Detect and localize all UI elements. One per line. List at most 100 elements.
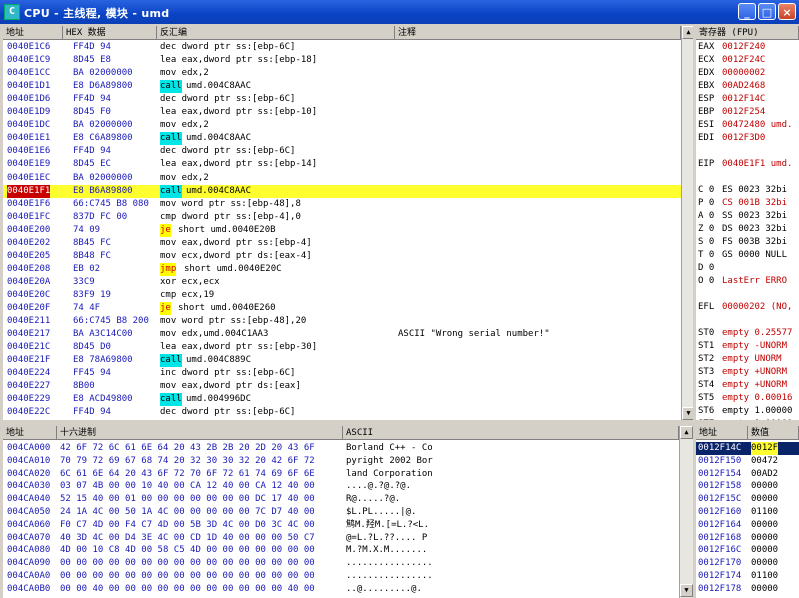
register-row[interactable]: T 0 GS 0000 NULL xyxy=(696,249,799,262)
disasm-row[interactable]: 0040E1DC BA 02000000 mov edx,2 xyxy=(3,119,681,132)
register-row[interactable]: ST1 empty -UNORM xyxy=(696,340,799,353)
register-row[interactable]: EBP 0012F254 xyxy=(696,106,799,119)
disasm-row[interactable]: 0040E1F6 66:C745 B8 080 mov word ptr ss:[e… xyxy=(3,198,681,211)
disasm-row[interactable]: 0040E208 EB 02 jmp short umd.0040E20C xyxy=(3,262,681,276)
dump-row[interactable]: 004CA040 52 15 40 00 01 00 00 00 00 00 00… xyxy=(3,493,679,506)
maximize-button[interactable]: □ xyxy=(758,3,776,20)
dump-row[interactable]: 004CA090 00 00 00 00 00 00 00 00 00 00 00… xyxy=(3,557,679,570)
dump-row[interactable]: 004CA070 40 3D 4C 00 D4 3E 4C 00 CD 1D 40… xyxy=(3,532,679,545)
disasm-row[interactable]: 0040E200 74 09 je short umd.0040E20B xyxy=(3,223,681,237)
disasm-header-address[interactable]: 地址 xyxy=(3,26,63,40)
disasm-row[interactable]: 0040E22C FF4D 94 dec dword ptr ss:[ebp-6C] xyxy=(3,406,681,419)
stack-row[interactable]: 0012F174 01100 xyxy=(696,570,799,583)
register-row[interactable]: ST0 empty 0.25577 xyxy=(696,327,799,340)
disassembly-pane[interactable]: 地址 HEX 数据 反汇编 注释 0040E1C6 FF4D 94 dec dwor… xyxy=(3,26,681,420)
stack-row[interactable]: 0012F15C 00000 xyxy=(696,493,799,506)
stack-header-value[interactable]: 数值 xyxy=(748,426,799,440)
disasm-row[interactable]: 0040E1FC 837D FC 00 cmp dword ptr ss:[ebp-… xyxy=(3,211,681,224)
register-row[interactable]: ST6 empty 1.00000 xyxy=(696,405,799,418)
disasm-row[interactable]: 0040E229 E8 ACD49800 call umd.004996DC xyxy=(3,393,681,407)
register-row[interactable]: O 0 LastErr ERRO xyxy=(696,275,799,288)
stack-row[interactable]: 0012F16C 00000 xyxy=(696,544,799,557)
disasm-row[interactable]: 0040E224 FF45 94 inc dword ptr ss:[ebp-6C] xyxy=(3,367,681,380)
disasm-row[interactable]: 0040E20A 33C9 xor ecx,ecx xyxy=(3,276,681,289)
dump-row[interactable]: 004CA060 F0 C7 4D 00 F4 C7 4D 00 5B 3D 4C… xyxy=(3,519,679,532)
register-row[interactable]: A 0 SS 0023 32bi xyxy=(696,210,799,223)
register-row[interactable]: EAX 0012F240 xyxy=(696,41,799,54)
disasm-row[interactable]: 0040E227 8B00 mov eax,dword ptr ds:[eax] xyxy=(3,380,681,393)
register-row[interactable]: ST5 empty 0.00016 xyxy=(696,392,799,405)
registers-pane[interactable]: 寄存器 (FPU) EAX 0012F240 ECX 0012F24C EDX 00000… xyxy=(696,26,799,420)
stack-row[interactable]: 0012F170 00000 xyxy=(696,557,799,570)
stack-row[interactable]: 0012F150 00472 xyxy=(696,455,799,468)
disasm-row[interactable]: 0040E21F E8 78A69800 call umd.004C889C xyxy=(3,354,681,368)
disasm-row[interactable]: 0040E1D6 FF4D 94 dec dword ptr ss:[ebp-6C] xyxy=(3,93,681,106)
dump-row[interactable]: 004CA080 4D 00 10 C8 4D 00 58 C5 4D 00 00… xyxy=(3,544,679,557)
dump-scrollbar[interactable]: ▲ ▼ xyxy=(679,426,693,598)
dump-header-address[interactable]: 地址 xyxy=(3,426,57,440)
disasm-row[interactable]: 0040E202 8B45 FC mov eax,dword ptr ss:[ebp… xyxy=(3,237,681,250)
dump-row[interactable]: 004CA050 24 1A 4C 00 50 1A 4C 00 00 00 00… xyxy=(3,506,679,519)
disasm-row[interactable]: 0040E1EC BA 02000000 mov edx,2 xyxy=(3,172,681,185)
memory-dump-pane[interactable]: 地址 十六进制 ASCII 004CA000 42 6F 72 6C 61 6E … xyxy=(3,426,679,598)
register-row[interactable] xyxy=(696,288,799,301)
stack-row[interactable]: 0012F178 00000 xyxy=(696,583,799,596)
stack-row[interactable]: 0012F160 01100 xyxy=(696,506,799,519)
disasm-row[interactable]: 0040E1D1 E8 D6A89800 call umd.004C8AAC xyxy=(3,80,681,94)
register-row[interactable]: EDX 00000002 xyxy=(696,67,799,80)
disasm-row[interactable]: 0040E1C6 FF4D 94 dec dword ptr ss:[ebp-6C] xyxy=(3,41,681,54)
stack-row[interactable]: 0012F154 00AD2 xyxy=(696,468,799,481)
register-row[interactable]: Z 0 DS 0023 32bi xyxy=(696,223,799,236)
close-button[interactable]: × xyxy=(778,3,796,20)
disasm-header-comment[interactable]: 注释 xyxy=(395,26,681,40)
stack-row[interactable]: 0012F14C 0012F xyxy=(696,442,799,455)
dump-header-hex[interactable]: 十六进制 xyxy=(57,426,343,440)
register-row[interactable] xyxy=(696,314,799,327)
register-row[interactable]: D 0 xyxy=(696,262,799,275)
dump-row[interactable]: 004CA020 6C 61 6E 64 20 43 6F 72 70 6F 72… xyxy=(3,468,679,481)
register-row[interactable]: EDI 0012F3D0 xyxy=(696,132,799,145)
stack-header-address[interactable]: 地址 xyxy=(696,426,748,440)
disasm-row[interactable]: 0040E1E6 FF4D 94 dec dword ptr ss:[ebp-6C] xyxy=(3,145,681,158)
register-row[interactable]: ESI 00472480 umd. xyxy=(696,119,799,132)
disasm-header-disassembly[interactable]: 反汇编 xyxy=(157,26,395,40)
dump-row[interactable]: 004CA000 42 6F 72 6C 61 6E 64 20 43 2B 2B… xyxy=(3,442,679,455)
stack-row[interactable]: 0012F158 00000 xyxy=(696,480,799,493)
disasm-row[interactable]: 0040E1F1 E8 B6A89800 call umd.004C8AAC xyxy=(3,184,681,198)
register-row[interactable] xyxy=(696,145,799,158)
minimize-button[interactable]: _ xyxy=(738,3,756,20)
title-bar[interactable]: C CPU - 主线程, 模块 - umd _ □ × xyxy=(0,0,799,24)
dump-row[interactable]: 004CA0B0 00 00 40 00 00 00 00 00 00 00 00… xyxy=(3,583,679,596)
register-row[interactable]: ESP 0012F14C xyxy=(696,93,799,106)
register-row[interactable]: C 0 ES 0023 32bi xyxy=(696,184,799,197)
register-row[interactable]: EBX 00AD2468 xyxy=(696,80,799,93)
dump-row[interactable]: 004CA030 03 07 4B 00 00 10 40 00 CA 12 40… xyxy=(3,480,679,493)
register-row[interactable]: ST4 empty +UNORM xyxy=(696,379,799,392)
dump-row[interactable]: 004CA010 70 79 72 69 67 68 74 20 32 30 30… xyxy=(3,455,679,468)
register-row[interactable]: S 0 FS 003B 32bi xyxy=(696,236,799,249)
stack-row[interactable]: 0012F164 00000 xyxy=(696,519,799,532)
disasm-row[interactable]: 0040E217 BA A3C14C00 mov edx,umd.004C1AA3 A… xyxy=(3,328,681,341)
disasm-row[interactable]: 0040E1D9 8D45 F0 lea eax,dword ptr ss:[ebp… xyxy=(3,106,681,119)
disasm-row[interactable]: 0040E1C9 8D45 E8 lea eax,dword ptr ss:[ebp… xyxy=(3,54,681,67)
disasm-row[interactable]: 0040E211 66:C745 B8 200 mov word ptr ss:[e… xyxy=(3,315,681,328)
register-row[interactable] xyxy=(696,171,799,184)
stack-row[interactable]: 0012F168 00000 xyxy=(696,532,799,545)
disasm-header-hex[interactable]: HEX 数据 xyxy=(63,26,157,40)
disasm-row[interactable]: 0040E20C 83F9 19 cmp ecx,19 xyxy=(3,289,681,302)
register-row[interactable]: EFL 00000202 (NO, xyxy=(696,301,799,314)
disasm-row[interactable]: 0040E1E9 8D45 EC lea eax,dword ptr ss:[ebp… xyxy=(3,158,681,171)
dump-row[interactable]: 004CA0A0 00 00 00 00 00 00 00 00 00 00 00… xyxy=(3,570,679,583)
register-row[interactable]: EIP 0040E1F1 umd. xyxy=(696,158,799,171)
register-row[interactable]: P 0 CS 001B 32bi xyxy=(696,197,799,210)
scroll-up-icon[interactable]: ▲ xyxy=(680,426,693,439)
stack-pane[interactable]: 地址 数值 0012F14C 0012F 0012F150 00472 0012F154… xyxy=(696,426,799,598)
register-row[interactable]: ECX 0012F24C xyxy=(696,54,799,67)
scroll-down-icon[interactable]: ▼ xyxy=(680,584,693,597)
register-row[interactable]: ST2 empty UNORM xyxy=(696,353,799,366)
dump-header-ascii[interactable]: ASCII xyxy=(343,426,679,440)
disasm-row[interactable]: 0040E20F 74 4F je short umd.0040E260 xyxy=(3,302,681,315)
disasm-row[interactable]: 0040E205 8B48 FC mov ecx,dword ptr ds:[eax… xyxy=(3,250,681,263)
disasm-row[interactable]: 0040E21C 8D45 D0 lea eax,dword ptr ss:[ebp… xyxy=(3,341,681,354)
disasm-row[interactable]: 0040E1CC BA 02000000 mov edx,2 xyxy=(3,67,681,80)
